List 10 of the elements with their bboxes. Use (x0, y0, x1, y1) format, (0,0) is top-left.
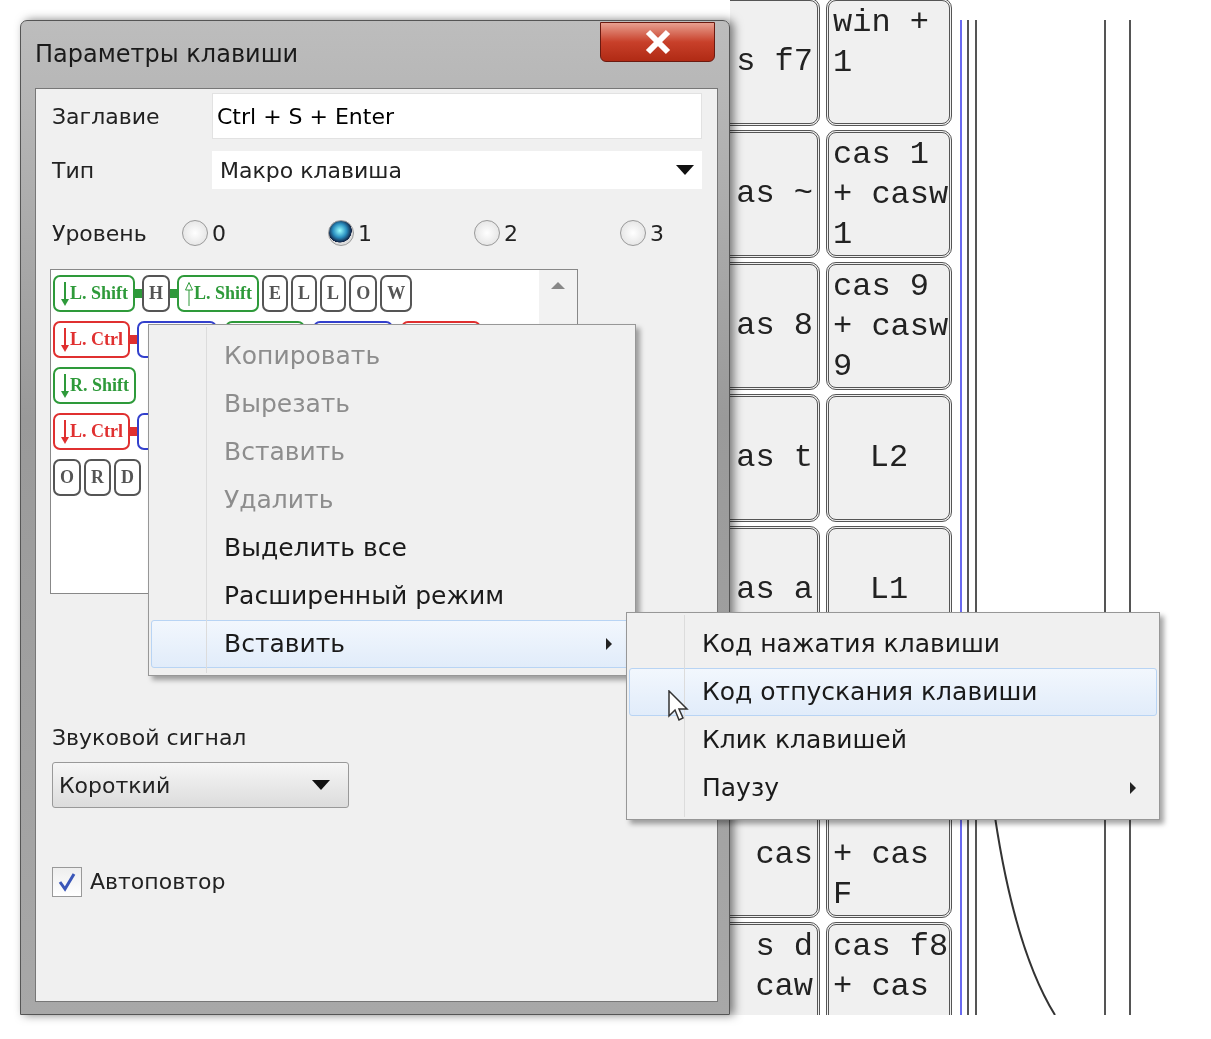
window-title: Параметры клавиши (35, 39, 299, 70)
level-label: Уровень (52, 219, 148, 248)
radio-label: 3 (650, 219, 664, 248)
beep-label: Звуковой сигнал (52, 724, 248, 752)
radio-label: 0 (212, 219, 226, 248)
checkbox-label: Автоповтор (90, 868, 226, 896)
radio-label: 2 (504, 219, 518, 248)
field-label: Заглавие (52, 102, 161, 131)
field-label: Тип (52, 156, 96, 185)
radio-label: 1 (358, 219, 372, 248)
